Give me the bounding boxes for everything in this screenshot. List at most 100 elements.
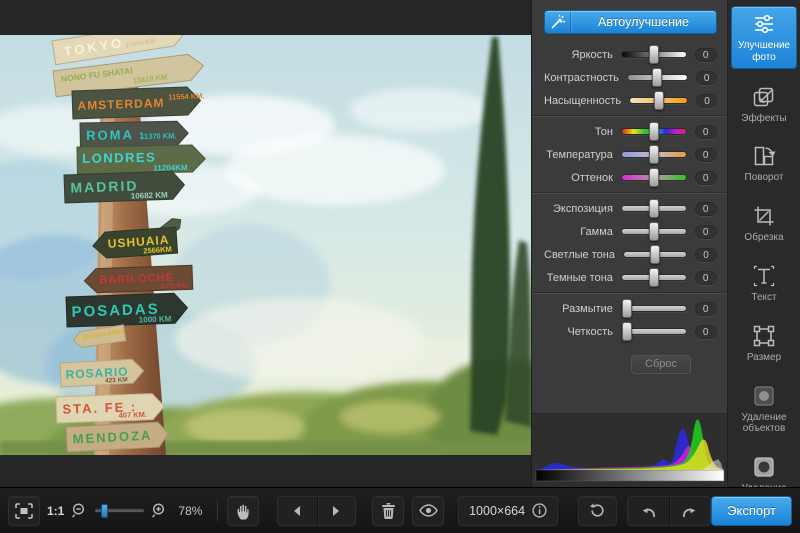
zoom-in-button[interactable] [151, 502, 168, 519]
tint-slider[interactable] [621, 174, 687, 181]
exposure-value[interactable]: 0 [695, 202, 717, 216]
exposure-slider-handle[interactable] [649, 199, 659, 218]
brightness-slider[interactable] [621, 51, 687, 58]
gamma-slider-handle[interactable] [649, 222, 659, 241]
auto-enhance-button[interactable]: Автоулучшение [544, 10, 717, 34]
sharpness-value[interactable]: 0 [695, 325, 717, 339]
sign-mendoza: MENDOZA [66, 422, 169, 452]
export-button[interactable]: Экспорт [711, 496, 792, 526]
tint-value[interactable]: 0 [695, 171, 717, 185]
brightness-value[interactable]: 0 [695, 48, 717, 62]
shadows-slider[interactable] [621, 274, 687, 281]
eye-icon [419, 504, 438, 517]
tab-crop[interactable]: Обрезка [731, 199, 797, 248]
zoom-slider-handle[interactable] [101, 504, 108, 518]
actual-size-button[interactable]: 1:1 [47, 504, 64, 518]
svg-text:LONDRES: LONDRES [82, 150, 156, 166]
resize-icon [751, 323, 777, 349]
tab-text[interactable]: Текст [731, 259, 797, 308]
shadows-slider-handle[interactable] [649, 268, 659, 287]
gamma-slider[interactable] [621, 228, 687, 235]
svg-text:11554 KM.: 11554 KM. [168, 91, 205, 101]
slider-row-exposure: Экспозиция 0 [544, 197, 717, 220]
image-size-button[interactable]: 1000×664 [458, 496, 558, 526]
contrast-value[interactable]: 0 [696, 71, 717, 85]
fit-to-screen-button[interactable] [8, 496, 40, 526]
svg-text:10682 KM: 10682 KM [131, 190, 169, 200]
slider-row-saturation: Насыщенность 0 [544, 89, 717, 112]
zoom-slider[interactable] [94, 508, 145, 513]
adjustments-panel: Автоулучшение Яркость 0 Контрастность 0 … [531, 0, 727, 487]
previous-icon [291, 505, 303, 517]
temperature-slider-handle[interactable] [649, 145, 659, 164]
show-original-button[interactable] [412, 496, 444, 526]
svg-text:407 KM.: 407 KM. [119, 410, 148, 420]
group-separator [532, 115, 727, 117]
redo-button[interactable] [669, 497, 710, 525]
sign-madrid: MADRID 10682 KM [64, 171, 185, 203]
hue-slider-handle[interactable] [649, 122, 659, 141]
remove-objects-icon [751, 383, 777, 409]
tab-effects[interactable]: Эффекты [731, 80, 797, 129]
undo-button[interactable] [628, 497, 669, 525]
slider-row-temperature: Температура 0 [544, 143, 717, 166]
highlights-slider-handle[interactable] [650, 245, 660, 264]
temperature-value[interactable]: 0 [695, 148, 717, 162]
sign-posadas: POSADAS 1000 KM [66, 293, 188, 327]
image-canvas[interactable]: TOKYO 17650 KM NONO FU SHATAI 13618 KM A… [0, 0, 531, 487]
tab-rotate[interactable]: Поворот [731, 139, 797, 188]
blur-slider[interactable] [621, 305, 687, 312]
shadows-value[interactable]: 0 [695, 271, 717, 285]
hand-icon [235, 502, 251, 520]
sharpness-slider[interactable] [621, 328, 687, 335]
histogram [532, 413, 727, 487]
contrast-slider-handle[interactable] [652, 68, 662, 87]
reset-button[interactable]: Сброс [631, 355, 691, 374]
contrast-slider[interactable] [627, 74, 688, 81]
brightness-slider-handle[interactable] [649, 45, 659, 64]
delete-image-button[interactable] [372, 496, 404, 526]
rotate-image-button[interactable] [578, 496, 617, 526]
histogram-gradient-strip [536, 470, 724, 481]
svg-text:1000 KM: 1000 KM [139, 314, 172, 324]
blur-slider-handle[interactable] [622, 299, 632, 318]
hue-value[interactable]: 0 [695, 125, 717, 139]
trash-icon [381, 502, 396, 519]
slider-row-tint: Оттенок 0 [544, 166, 717, 189]
next-image-button[interactable] [317, 497, 356, 525]
zoom-out-button[interactable] [71, 502, 88, 519]
magic-wand-icon [545, 11, 571, 33]
saturation-slider[interactable] [629, 97, 688, 104]
auto-enhance-label: Автоулучшение [571, 15, 716, 29]
saturation-value[interactable]: 0 [696, 94, 717, 108]
photo-preview[interactable]: TOKYO 17650 KM NONO FU SHATAI 13618 KM A… [0, 35, 531, 455]
image-size-value: 1000×664 [469, 504, 525, 518]
blur-value[interactable]: 0 [695, 302, 717, 316]
zoom-in-icon [151, 502, 168, 519]
saturation-slider-handle[interactable] [654, 91, 664, 110]
signpost-photo: TOKYO 17650 KM NONO FU SHATAI 13618 KM A… [0, 35, 531, 455]
tab-resize[interactable]: Размер [731, 319, 797, 368]
gamma-value[interactable]: 0 [695, 225, 717, 239]
toolbar-divider [217, 501, 218, 521]
slider-row-brightness: Яркость 0 [544, 43, 717, 66]
tools-rail: Улучшение фото Эффекты Поворот [727, 0, 800, 487]
hue-slider[interactable] [621, 128, 687, 135]
tab-remove-objects[interactable]: Удаление объектов [731, 379, 797, 440]
highlights-slider[interactable] [623, 251, 687, 258]
highlights-value[interactable]: 0 [695, 248, 717, 262]
tab-enhance-photo[interactable]: Улучшение фото [731, 6, 797, 69]
info-icon [532, 503, 547, 518]
temperature-slider[interactable] [621, 151, 687, 158]
hand-tool-button[interactable] [227, 496, 259, 526]
sign-amsterdam: AMSTERDAM 11554 KM. [72, 86, 205, 119]
sharpness-slider-handle[interactable] [622, 322, 632, 341]
tint-slider-handle[interactable] [649, 168, 659, 187]
previous-image-button[interactable] [278, 497, 316, 525]
exposure-slider[interactable] [621, 205, 687, 212]
fit-screen-icon [15, 503, 33, 519]
svg-text:11370 KM.: 11370 KM. [140, 131, 176, 141]
slider-row-blur: Размытие 0 [544, 297, 717, 320]
undo-redo-group [627, 496, 711, 526]
rotate-cw-icon [589, 502, 606, 519]
